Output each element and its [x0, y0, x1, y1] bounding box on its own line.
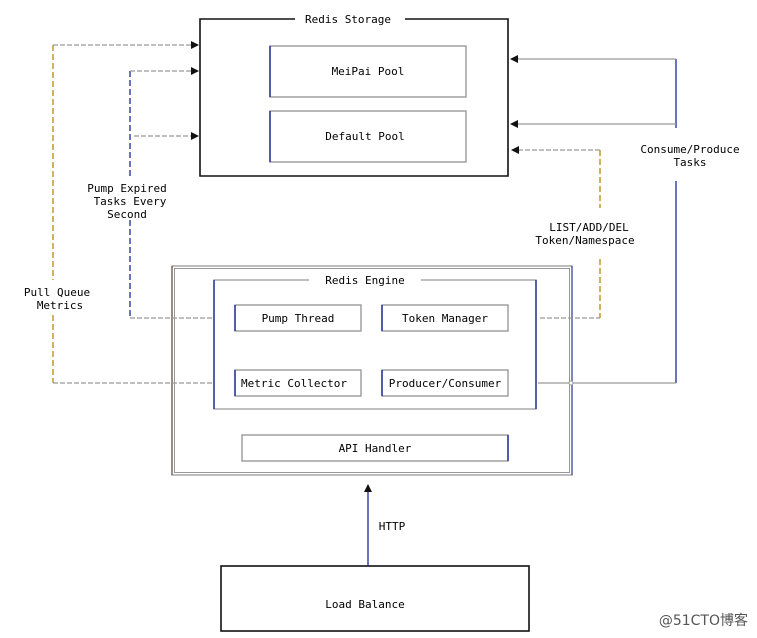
redis-storage-title: Redis Storage — [305, 13, 391, 26]
watermark: @51CTO博客 — [659, 612, 748, 629]
pump-thread-label: Pump Thread — [262, 312, 335, 325]
load-balance-label: Load Balance — [325, 598, 404, 611]
redis-storage-box: Redis Storage — [199, 13, 509, 177]
token-ops-label-2: Token/Namespace — [535, 234, 634, 247]
meipai-pool-box: MeiPai Pool — [269, 45, 467, 98]
producer-consumer-box: Producer/Consumer — [381, 369, 509, 397]
api-handler-box: API Handler — [241, 434, 509, 462]
meipai-pool-label: MeiPai Pool — [332, 65, 405, 78]
consume-produce-label-1: Consume/Produce — [640, 143, 739, 156]
http-label: HTTP — [379, 520, 406, 533]
redis-engine-title: Redis Engine — [325, 274, 404, 287]
default-pool-label: Default Pool — [325, 130, 404, 143]
pull-queue-label-2: Metrics — [37, 299, 83, 312]
pull-queue-label-1: Pull Queue — [24, 286, 90, 299]
consume-produce-label-2: Tasks — [673, 156, 706, 169]
token-manager-box: Token Manager — [381, 304, 509, 332]
diagram-canvas: Redis Storage MeiPai Pool Default Pool R… — [24, 13, 748, 632]
pump-expired-edge: Pump Expired Tasks Every Second — [87, 67, 212, 319]
default-pool-box: Default Pool — [269, 110, 467, 163]
producer-consumer-label: Producer/Consumer — [389, 377, 502, 390]
pump-expired-label-2: Tasks Every — [94, 195, 167, 208]
token-manager-label: Token Manager — [402, 312, 488, 325]
metric-collector-box: Metric Collector — [234, 369, 362, 397]
architecture-diagram: Redis Storage MeiPai Pool Default Pool R… — [0, 0, 757, 638]
token-ops-label-1: LIST/ADD/DEL — [549, 221, 629, 234]
pump-expired-label-3: Second — [107, 208, 147, 221]
pump-thread-box: Pump Thread — [234, 304, 362, 332]
http-edge: HTTP — [364, 484, 406, 566]
load-balance-box: Load Balance — [220, 565, 530, 632]
pump-expired-label-1: Pump Expired — [87, 182, 166, 195]
metric-collector-label: Metric Collector — [241, 377, 347, 390]
api-handler-label: API Handler — [339, 442, 412, 455]
token-namespace-edge: LIST/ADD/DEL Token/Namespace — [511, 146, 635, 319]
